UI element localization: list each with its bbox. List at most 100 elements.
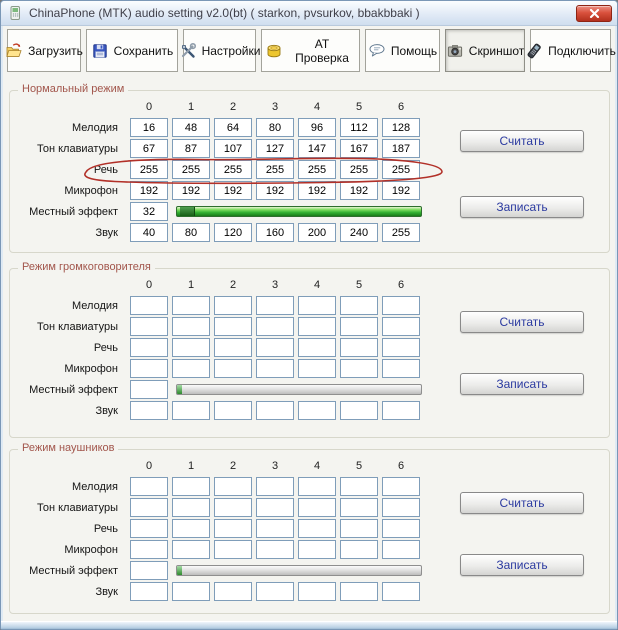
- value-field[interactable]: [298, 223, 336, 242]
- value-field[interactable]: [130, 359, 168, 378]
- value-field[interactable]: [172, 317, 210, 336]
- local-effect-slider[interactable]: [176, 206, 422, 217]
- value-field[interactable]: [340, 359, 378, 378]
- value-field[interactable]: [214, 477, 252, 496]
- value-field[interactable]: [298, 160, 336, 179]
- value-field[interactable]: [340, 582, 378, 601]
- value-field[interactable]: [298, 540, 336, 559]
- value-field[interactable]: [130, 296, 168, 315]
- value-field[interactable]: [172, 401, 210, 420]
- at-check-button[interactable]: АТ Проверка: [261, 29, 360, 72]
- connect-button[interactable]: Подключить: [530, 29, 611, 72]
- value-field[interactable]: [214, 317, 252, 336]
- read-button[interactable]: Считать: [460, 311, 584, 333]
- value-field[interactable]: [172, 582, 210, 601]
- close-button[interactable]: [576, 5, 612, 22]
- value-field[interactable]: [130, 582, 168, 601]
- value-field[interactable]: [130, 160, 168, 179]
- value-field[interactable]: [256, 498, 294, 517]
- value-field[interactable]: [214, 296, 252, 315]
- help-button[interactable]: Помощь: [365, 29, 440, 72]
- value-field[interactable]: [256, 118, 294, 137]
- value-field[interactable]: [172, 118, 210, 137]
- value-field[interactable]: [340, 477, 378, 496]
- value-field[interactable]: [340, 498, 378, 517]
- value-field[interactable]: [256, 477, 294, 496]
- value-field[interactable]: [214, 540, 252, 559]
- value-field[interactable]: [256, 540, 294, 559]
- save-button[interactable]: Сохранить: [86, 29, 178, 72]
- value-field[interactable]: [298, 139, 336, 158]
- value-field[interactable]: [130, 202, 168, 221]
- value-field[interactable]: [130, 498, 168, 517]
- value-field[interactable]: [382, 540, 420, 559]
- value-field[interactable]: [340, 296, 378, 315]
- read-button[interactable]: Считать: [460, 130, 584, 152]
- value-field[interactable]: [256, 338, 294, 357]
- value-field[interactable]: [130, 223, 168, 242]
- value-field[interactable]: [256, 317, 294, 336]
- value-field[interactable]: [298, 519, 336, 538]
- screenshot-button[interactable]: Скриншот: [445, 29, 525, 72]
- value-field[interactable]: [172, 296, 210, 315]
- value-field[interactable]: [172, 338, 210, 357]
- value-field[interactable]: [382, 181, 420, 200]
- value-field[interactable]: [214, 118, 252, 137]
- value-field[interactable]: [340, 519, 378, 538]
- value-field[interactable]: [382, 338, 420, 357]
- value-field[interactable]: [382, 317, 420, 336]
- value-field[interactable]: [382, 401, 420, 420]
- local-effect-slider[interactable]: [176, 565, 422, 576]
- value-field[interactable]: [298, 296, 336, 315]
- value-field[interactable]: [130, 380, 168, 399]
- value-field[interactable]: [340, 181, 378, 200]
- value-field[interactable]: [214, 582, 252, 601]
- value-field[interactable]: [214, 519, 252, 538]
- slider-thumb[interactable]: [180, 207, 195, 216]
- value-field[interactable]: [340, 401, 378, 420]
- value-field[interactable]: [298, 401, 336, 420]
- value-field[interactable]: [130, 401, 168, 420]
- value-field[interactable]: [256, 139, 294, 158]
- value-field[interactable]: [256, 296, 294, 315]
- value-field[interactable]: [382, 359, 420, 378]
- value-field[interactable]: [298, 359, 336, 378]
- value-field[interactable]: [256, 582, 294, 601]
- value-field[interactable]: [382, 223, 420, 242]
- value-field[interactable]: [382, 477, 420, 496]
- value-field[interactable]: [340, 317, 378, 336]
- value-field[interactable]: [256, 519, 294, 538]
- title-bar[interactable]: ChinaPhone (MTK) audio setting v2.0(bt) …: [1, 1, 617, 26]
- value-field[interactable]: [172, 519, 210, 538]
- value-field[interactable]: [340, 540, 378, 559]
- value-field[interactable]: [172, 498, 210, 517]
- value-field[interactable]: [298, 118, 336, 137]
- value-field[interactable]: [256, 160, 294, 179]
- value-field[interactable]: [214, 359, 252, 378]
- value-field[interactable]: [256, 181, 294, 200]
- value-field[interactable]: [172, 223, 210, 242]
- value-field[interactable]: [130, 139, 168, 158]
- read-button[interactable]: Считать: [460, 492, 584, 514]
- value-field[interactable]: [340, 160, 378, 179]
- value-field[interactable]: [214, 181, 252, 200]
- value-field[interactable]: [214, 223, 252, 242]
- value-field[interactable]: [172, 181, 210, 200]
- value-field[interactable]: [214, 338, 252, 357]
- value-field[interactable]: [130, 561, 168, 580]
- value-field[interactable]: [256, 401, 294, 420]
- value-field[interactable]: [256, 359, 294, 378]
- value-field[interactable]: [214, 139, 252, 158]
- value-field[interactable]: [382, 160, 420, 179]
- value-field[interactable]: [298, 338, 336, 357]
- write-button[interactable]: Записать: [460, 196, 584, 218]
- value-field[interactable]: [298, 582, 336, 601]
- value-field[interactable]: [340, 118, 378, 137]
- value-field[interactable]: [298, 317, 336, 336]
- value-field[interactable]: [130, 477, 168, 496]
- value-field[interactable]: [340, 338, 378, 357]
- value-field[interactable]: [298, 477, 336, 496]
- value-field[interactable]: [130, 540, 168, 559]
- value-field[interactable]: [172, 139, 210, 158]
- value-field[interactable]: [172, 477, 210, 496]
